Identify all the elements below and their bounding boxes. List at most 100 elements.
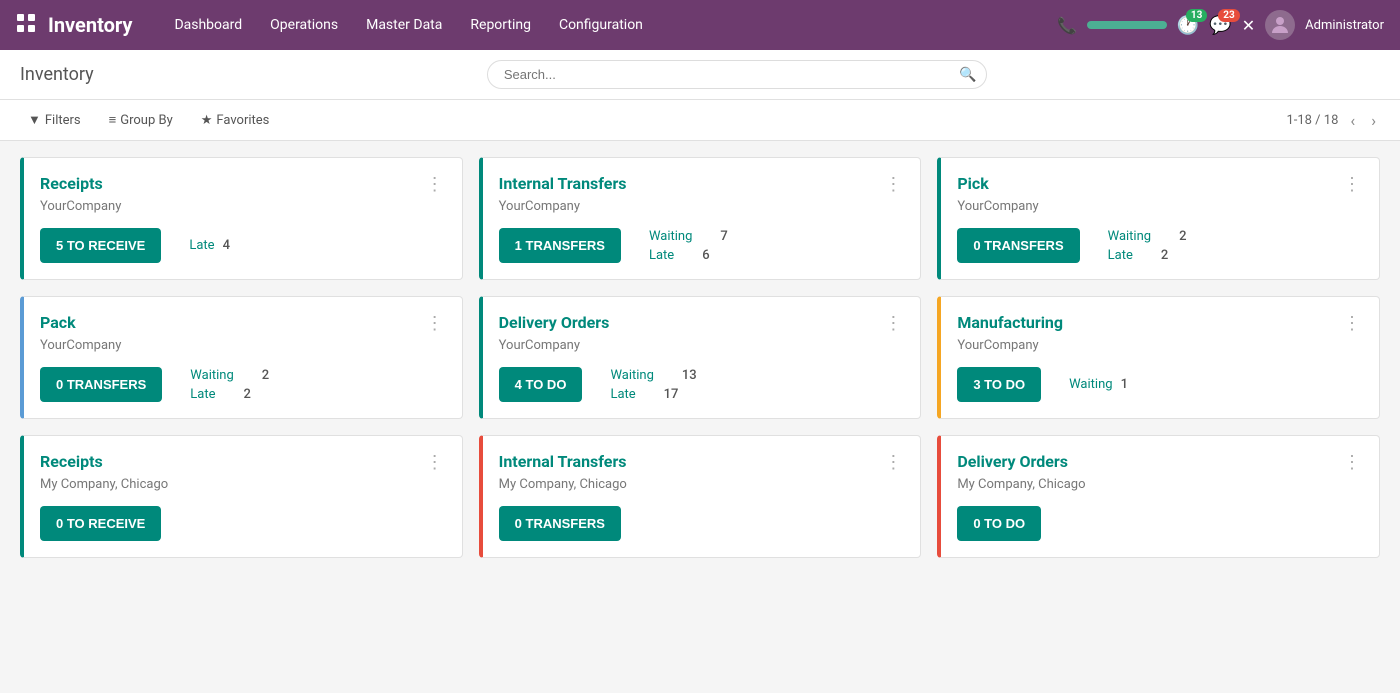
pagination-controls: 1-18 / 18 ‹ › [1286,109,1380,132]
activity-icon[interactable]: 🕐 13 [1177,15,1199,36]
card-menu-button[interactable]: ⋮ [426,174,446,195]
stat-value-1: 6 [702,248,709,263]
filters-button[interactable]: ▼ Filters [20,108,89,132]
activity-badge: 13 [1186,9,1207,22]
stat-label-0: Waiting [610,368,653,383]
favorites-button[interactable]: ★ Favorites [193,109,278,132]
stat-value: 4 [223,238,230,253]
stat-label-1: Late [610,387,635,402]
card-menu-button[interactable]: ⋮ [884,174,904,195]
filter-icon: ▼ [28,112,41,128]
menu-item-reporting[interactable]: Reporting [458,9,543,41]
card-title[interactable]: Receipts [40,452,103,471]
action-button[interactable]: 0 TRANSFERS [957,228,1079,263]
grid-icon[interactable] [16,13,36,37]
filter-bar: ▼ Filters ≡ Group By ★ Favorites 1-18 / … [0,100,1400,141]
stat-value-1: 2 [244,387,251,402]
stat-label-0: Waiting [649,229,692,244]
pagination-text: 1-18 / 18 [1286,113,1338,128]
card-menu-button[interactable]: ⋮ [426,313,446,334]
action-button[interactable]: 5 TO RECEIVE [40,228,161,263]
card-header: Manufacturing ⋮ [957,313,1363,334]
card-title[interactable]: Internal Transfers [499,452,627,471]
menu-item-configuration[interactable]: Configuration [547,9,655,41]
card-title[interactable]: Receipts [40,174,103,193]
phone-icon[interactable]: 📞 [1057,16,1077,35]
card-body: 0 TRANSFERS [499,506,905,541]
groupby-icon: ≡ [109,112,117,128]
action-button[interactable]: 1 TRANSFERS [499,228,621,263]
card-menu-button[interactable]: ⋮ [1343,452,1363,473]
card-subtitle: YourCompany [499,199,905,214]
stat-label-0: Waiting [190,368,233,383]
next-page-button[interactable]: › [1367,109,1380,132]
card-subtitle: YourCompany [957,338,1363,353]
avatar [1265,10,1295,40]
action-button[interactable]: 3 TO DO [957,367,1041,402]
card-body: 5 TO RECEIVE Late 4 [40,228,446,263]
card-title[interactable]: Pick [957,174,988,193]
close-icon[interactable]: ✕ [1242,16,1255,35]
card-title[interactable]: Internal Transfers [499,174,627,193]
prev-page-button[interactable]: ‹ [1346,109,1359,132]
action-button[interactable]: 4 TO DO [499,367,583,402]
menu-item-operations[interactable]: Operations [258,9,350,41]
filter-controls: ▼ Filters ≡ Group By ★ Favorites [20,108,277,132]
card-title[interactable]: Pack [40,313,76,332]
app-logo[interactable]: Inventory [48,13,132,37]
stat-value-1: 17 [664,387,679,402]
groupby-button[interactable]: ≡ Group By [101,108,181,132]
card-header: Receipts ⋮ [40,452,446,473]
subheader: Inventory 🔍 [0,50,1400,100]
card-menu-button[interactable]: ⋮ [1343,313,1363,334]
card-body: 0 TO RECEIVE [40,506,446,541]
search-icon: 🔍 [959,67,976,83]
card-header: Receipts ⋮ [40,174,446,195]
menu-item-master-data[interactable]: Master Data [354,9,454,41]
card-menu-button[interactable]: ⋮ [884,313,904,334]
card-title[interactable]: Delivery Orders [499,313,610,332]
card-body: 0 TRANSFERS Waiting 2 Late 2 [957,228,1363,263]
card-subtitle: My Company, Chicago [499,477,905,492]
card-body: 4 TO DO Waiting 13 Late 17 [499,367,905,402]
card-header: Delivery Orders ⋮ [957,452,1363,473]
username[interactable]: Administrator [1305,18,1384,33]
card-header: Pick ⋮ [957,174,1363,195]
card-header: Internal Transfers ⋮ [499,174,905,195]
card-menu-button[interactable]: ⋮ [884,452,904,473]
action-button[interactable]: 0 TO RECEIVE [40,506,161,541]
star-icon: ★ [201,113,213,128]
action-button[interactable]: 0 TRANSFERS [40,367,162,402]
stat-value-0: 2 [1179,229,1186,244]
menu-item-dashboard[interactable]: Dashboard [162,9,254,41]
stat-label-1: Late [190,387,215,402]
card-menu-button[interactable]: ⋮ [1343,174,1363,195]
search-wrapper: 🔍 [487,60,987,89]
stat-value-0: 7 [720,229,727,244]
progress-bar [1087,21,1167,29]
card-internal-transfers-2: Internal Transfers ⋮ My Company, Chicago… [479,435,922,558]
card-body: 3 TO DO Waiting 1 [957,367,1363,402]
card-receipts-1: Receipts ⋮ YourCompany 5 TO RECEIVE Late… [20,157,463,280]
stat-label-1: Late [649,248,674,263]
card-body: 0 TO DO [957,506,1363,541]
card-menu-button[interactable]: ⋮ [426,452,446,473]
card-delivery-orders-1: Delivery Orders ⋮ YourCompany 4 TO DO Wa… [479,296,922,419]
action-button[interactable]: 0 TRANSFERS [499,506,621,541]
chat-icon[interactable]: 💬 23 [1209,15,1231,36]
chat-badge: 23 [1218,9,1239,22]
stat-value-1: 2 [1161,248,1168,263]
card-pick-1: Pick ⋮ YourCompany 0 TRANSFERS Waiting 2… [937,157,1380,280]
card-header: Pack ⋮ [40,313,446,334]
card-subtitle: YourCompany [957,199,1363,214]
search-input[interactable] [487,60,987,89]
card-subtitle: YourCompany [40,338,446,353]
card-title[interactable]: Manufacturing [957,313,1063,332]
top-menu: Dashboard Operations Master Data Reporti… [162,9,1057,41]
card-title[interactable]: Delivery Orders [957,452,1068,471]
stat-value-0: 13 [682,368,697,383]
action-button[interactable]: 0 TO DO [957,506,1041,541]
card-subtitle: YourCompany [40,199,446,214]
card-subtitle: My Company, Chicago [40,477,446,492]
card-receipts-2: Receipts ⋮ My Company, Chicago 0 TO RECE… [20,435,463,558]
